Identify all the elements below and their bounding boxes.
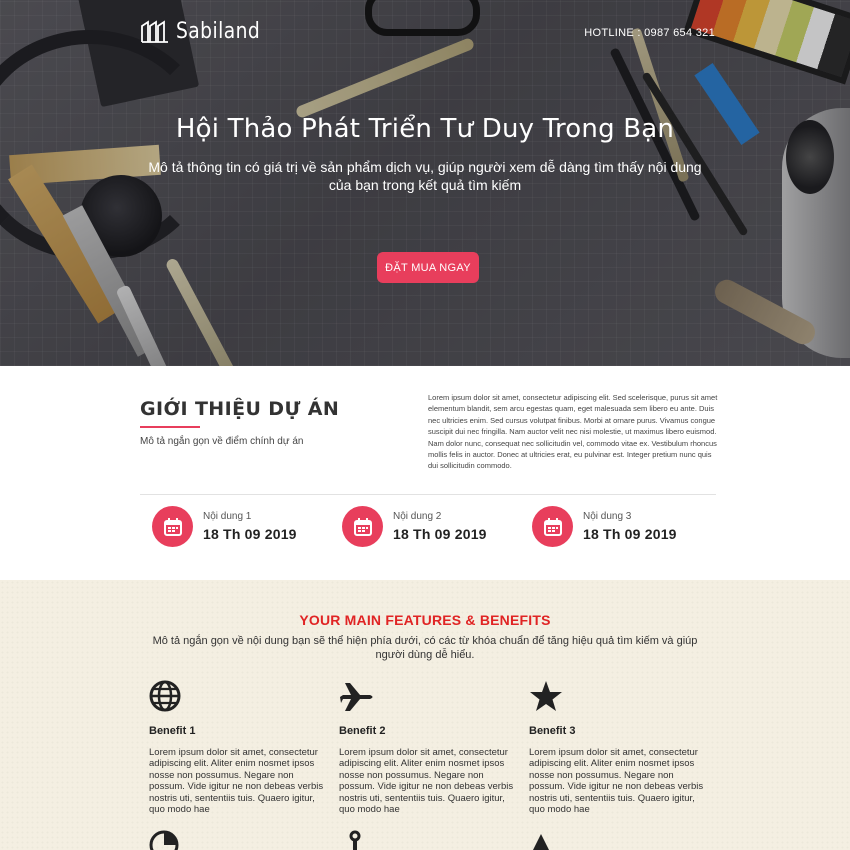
intro-subtitle: Mô tả ngắn gọn về điểm chính dự án xyxy=(140,436,304,447)
features-title: YOUR MAIN FEATURES & BENEFITS xyxy=(299,612,551,628)
benefit-item: Benefit 1 Lorem ipsum dolor sit amet, co… xyxy=(149,680,329,815)
features-section: YOUR MAIN FEATURES & BENEFITS Mô tả ngắn… xyxy=(0,580,850,850)
benefit-description: Lorem ipsum dolor sit amet, consectetur … xyxy=(339,747,514,816)
logo-text: Sabiland xyxy=(176,19,261,44)
title-underline xyxy=(140,426,200,428)
logo-icon xyxy=(141,19,168,43)
anchor-icon xyxy=(345,830,381,850)
calendar-icon xyxy=(342,506,383,547)
benefit-item: Benefit 2 Lorem ipsum dolor sit amet, co… xyxy=(339,680,519,815)
hero-section: Sabiland HOTLINE : 0987 654 321 Hội Thảo… xyxy=(0,0,850,366)
stat-label: Nội dung 2 xyxy=(393,511,442,522)
benefit-title: Benefit 3 xyxy=(529,725,576,737)
stat-label: Nội dung 3 xyxy=(583,511,632,522)
calendar-icon xyxy=(532,506,573,547)
stat-value: 18 Th 09 2019 xyxy=(203,526,297,542)
stat-label: Nội dung 1 xyxy=(203,511,252,522)
calendar-icon xyxy=(152,506,193,547)
intro-body-text: Lorem ipsum dolor sit amet, consectetur … xyxy=(428,393,718,471)
order-now-button[interactable]: ĐẶT MUA NGAY xyxy=(377,252,479,283)
benefit-description: Lorem ipsum dolor sit amet, consectetur … xyxy=(149,747,324,816)
benefit-title: Benefit 1 xyxy=(149,725,196,737)
benefit-item: Benefit 3 Lorem ipsum dolor sit amet, co… xyxy=(529,680,709,815)
stat-value: 18 Th 09 2019 xyxy=(583,526,677,542)
globe-icon xyxy=(149,680,181,712)
benefit-description: Lorem ipsum dolor sit amet, consectetur … xyxy=(529,747,704,816)
logo[interactable]: Sabiland xyxy=(140,19,275,44)
stat-item: Nội dung 2 18 Th 09 2019 xyxy=(342,506,487,547)
intro-title: GIỚI THIỆU DỰ ÁN xyxy=(140,398,340,420)
hero-description: Mô tả thông tin có giá trị về sản phẩm d… xyxy=(148,159,702,193)
intro-section: GIỚI THIỆU DỰ ÁN Mô tả ngắn gọn về điểm … xyxy=(0,366,850,580)
stat-item: Nội dung 3 18 Th 09 2019 xyxy=(532,506,677,547)
features-subtitle: Mô tả ngắn gọn về nội dung bạn sẽ thể hi… xyxy=(152,635,698,661)
top-bar: Sabiland HOTLINE : 0987 654 321 xyxy=(0,0,850,70)
divider xyxy=(140,494,716,495)
star-icon xyxy=(530,681,562,711)
plane-icon xyxy=(340,683,373,711)
benefit-title: Benefit 2 xyxy=(339,725,386,737)
hotline-text: HOTLINE : 0987 654 321 xyxy=(584,27,715,39)
pie-chart-icon xyxy=(149,830,185,850)
stat-item: Nội dung 1 18 Th 09 2019 xyxy=(152,506,297,547)
stat-value: 18 Th 09 2019 xyxy=(393,526,487,542)
triangle-icon xyxy=(529,830,565,850)
hero-title: Hội Thảo Phát Triển Tư Duy Trong Bạn xyxy=(175,114,675,144)
